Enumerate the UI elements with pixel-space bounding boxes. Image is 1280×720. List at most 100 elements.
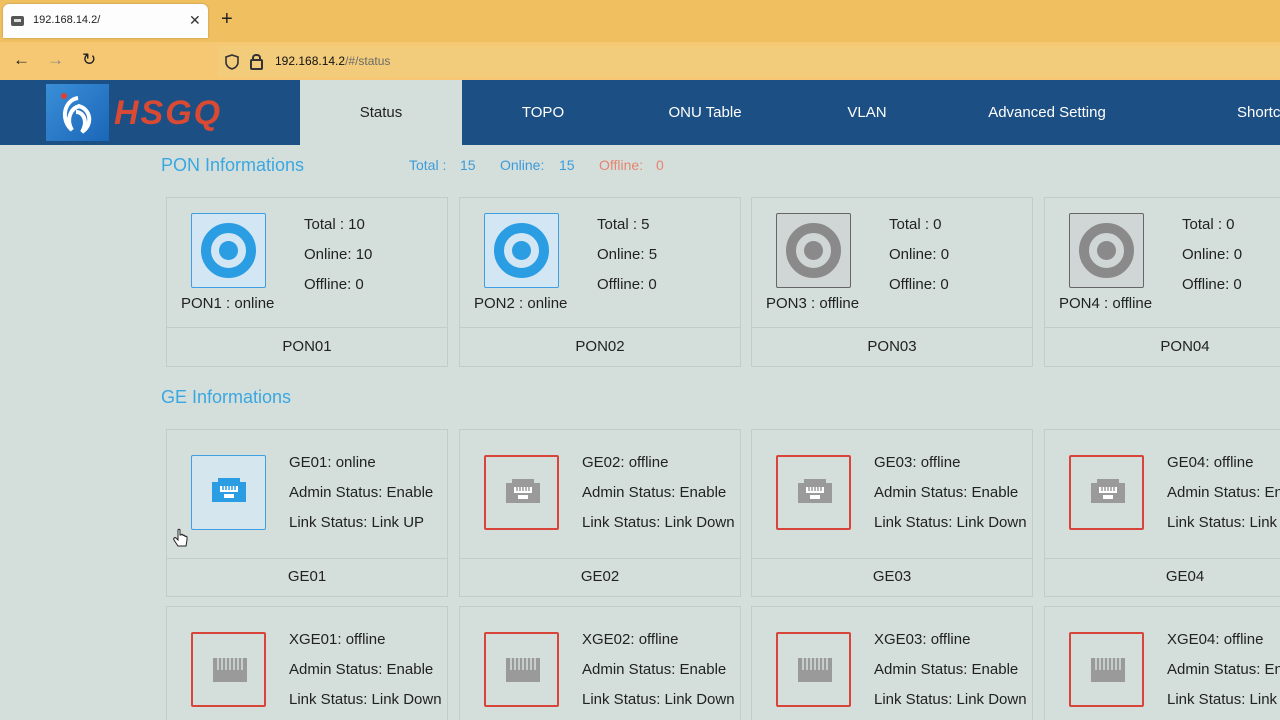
xge-status: XGE04: offline — [1167, 631, 1264, 648]
pon-online-value: 15 — [559, 157, 575, 173]
ge-status: GE04: offline — [1167, 454, 1254, 471]
tab-title: 192.168.14.2/ — [33, 14, 101, 26]
pon-online-icon — [191, 213, 266, 288]
url-text[interactable]: 192.168.14.2/#/status — [275, 54, 390, 68]
xge-link-status: Link Status: Link — [1167, 691, 1278, 708]
sfp-port-offline-icon — [191, 632, 266, 707]
hand-cursor-icon — [173, 528, 188, 547]
ge-footer: GE04 — [1165, 568, 1205, 585]
pon-online: Online: 10 — [304, 246, 373, 263]
xge-status: XGE02: offline — [582, 631, 679, 648]
xge-card-2[interactable]: XGE02: offline Admin Status: Enable Link… — [459, 606, 741, 720]
pon-card-3[interactable]: Total : 0 Online: 0 Offline: 0 PON3 : of… — [751, 197, 1033, 367]
ethernet-port-offline-icon — [1069, 455, 1144, 530]
browser-tabstrip: 192.168.14.2/ ✕ + — [0, 0, 1280, 42]
tab-status[interactable]: Status — [300, 80, 462, 145]
ge-footer: GE03 — [872, 568, 912, 585]
sfp-port-offline-icon — [1069, 632, 1144, 707]
pon-total: Total : 0 — [889, 216, 942, 233]
pon-offline-label: Offline: — [599, 157, 644, 173]
pon-offline-icon — [1069, 213, 1144, 288]
tab-advanced-setting[interactable]: Advanced Setting — [948, 80, 1146, 145]
sfp-port-offline-icon — [484, 632, 559, 707]
ge-card-4[interactable]: GE04: offline Admin Status: En Link Stat… — [1044, 429, 1280, 597]
ethernet-port-online-icon — [191, 455, 266, 530]
ge-status: GE01: online — [289, 454, 376, 471]
pon-online: Online: 0 — [889, 246, 950, 263]
pon-online-label: Online: — [500, 157, 545, 173]
reload-icon[interactable]: ↻ — [82, 50, 96, 70]
pon-caption: PON3 : offline — [766, 295, 860, 312]
ge-status: GE02: offline — [582, 454, 669, 471]
pon-footer: PON02 — [575, 338, 625, 355]
xge-admin-status: Admin Status: Enable — [582, 661, 727, 678]
pon-total: Total : 10 — [304, 216, 365, 233]
shield-icon — [225, 54, 239, 70]
pon-caption: PON2 : online — [474, 295, 568, 312]
ge-link-status: Link Status: Link Down — [874, 514, 1027, 531]
pon-online: Online: 0 — [1182, 246, 1243, 263]
xge-status: XGE01: offline — [289, 631, 386, 648]
pon-offline: Offline: 0 — [597, 276, 657, 293]
xge-admin-status: Admin Status: Enable — [289, 661, 434, 678]
pon-offline: Offline: 0 — [304, 276, 364, 293]
pon-offline: Offline: 0 — [1182, 276, 1242, 293]
ge-footer: GE01 — [287, 568, 327, 585]
xge-status: XGE03: offline — [874, 631, 971, 648]
router-favicon-icon — [11, 16, 24, 26]
pon-online: Online: 5 — [597, 246, 658, 263]
xge-link-status: Link Status: Link Down — [582, 691, 735, 708]
xge-card-3[interactable]: XGE03: offline Admin Status: Enable Link… — [751, 606, 1033, 720]
logo-text: HSGQ — [114, 94, 223, 132]
pon-caption: PON4 : offline — [1059, 295, 1153, 312]
xge-card-1[interactable]: XGE01: offline Admin Status: Enable Link… — [166, 606, 448, 720]
pon-card-4[interactable]: Total : 0 Online: 0 Offline: 0 PON4 : of… — [1044, 197, 1280, 367]
pon-footer: PON01 — [282, 338, 332, 355]
ge-card-2[interactable]: GE02: offline Admin Status: Enable Link … — [459, 429, 741, 597]
ge-admin-status: Admin Status: Enable — [582, 484, 727, 501]
ge-admin-status: Admin Status: En — [1167, 484, 1280, 501]
pon-total: Total : 5 — [597, 216, 650, 233]
browser-toolbar: ← → ↻ 192.168.14.2/#/status — [0, 42, 1280, 81]
ge-status: GE03: offline — [874, 454, 961, 471]
lock-icon — [250, 54, 263, 70]
pon-card-1[interactable]: Total : 10 Online: 10 Offline: 0 PON1 : … — [166, 197, 448, 367]
pon-offline-icon — [776, 213, 851, 288]
pon-offline-value: 0 — [656, 157, 664, 173]
pon-footer: PON03 — [867, 338, 917, 355]
pon-total-label: Total : — [409, 157, 447, 173]
ge-admin-status: Admin Status: Enable — [874, 484, 1019, 501]
pon-footer: PON04 — [1160, 338, 1210, 355]
ge-card-3[interactable]: GE03: offline Admin Status: Enable Link … — [751, 429, 1033, 597]
pon-offline: Offline: 0 — [889, 276, 949, 293]
forward-arrow-icon[interactable]: → — [47, 50, 64, 70]
sfp-port-offline-icon — [776, 632, 851, 707]
pon-card-2[interactable]: Total : 5 Online: 5 Offline: 0 PON2 : on… — [459, 197, 741, 367]
address-bar[interactable]: 192.168.14.2/#/status — [218, 46, 1280, 77]
ge-section-title: GE Informations — [161, 387, 292, 407]
ge-card-1[interactable]: GE01: online Admin Status: Enable Link S… — [166, 429, 448, 597]
ge-link-status: Link Status: Link UP — [289, 514, 425, 531]
new-tab-button[interactable]: + — [221, 9, 233, 29]
pon-section-title: PON Informations — [161, 155, 305, 175]
tab-vlan[interactable]: VLAN — [786, 80, 948, 145]
ge-link-status: Link Status: Link — [1167, 514, 1278, 531]
hsgq-logo-icon — [46, 84, 109, 141]
back-arrow-icon[interactable]: ← — [13, 50, 30, 70]
tab-onu-table[interactable]: ONU Table — [624, 80, 786, 145]
xge-link-status: Link Status: Link Down — [874, 691, 1027, 708]
tab-shortcut[interactable]: Shortc — [1222, 80, 1280, 145]
ge-footer: GE02 — [580, 568, 620, 585]
tab-topo[interactable]: TOPO — [462, 80, 624, 145]
close-icon[interactable]: ✕ — [189, 12, 201, 29]
ethernet-port-offline-icon — [484, 455, 559, 530]
ge-link-status: Link Status: Link Down — [582, 514, 735, 531]
xge-admin-status: Admin Status: Enable — [874, 661, 1019, 678]
browser-tab[interactable]: 192.168.14.2/ ✕ — [3, 4, 208, 38]
ethernet-port-offline-icon — [776, 455, 851, 530]
xge-card-4[interactable]: XGE04: offline Admin Status: En Link Sta… — [1044, 606, 1280, 720]
ge-admin-status: Admin Status: Enable — [289, 484, 434, 501]
pon-caption: PON1 : online — [181, 295, 275, 312]
pon-total: Total : 0 — [1182, 216, 1235, 233]
pon-total-value: 15 — [460, 157, 476, 173]
